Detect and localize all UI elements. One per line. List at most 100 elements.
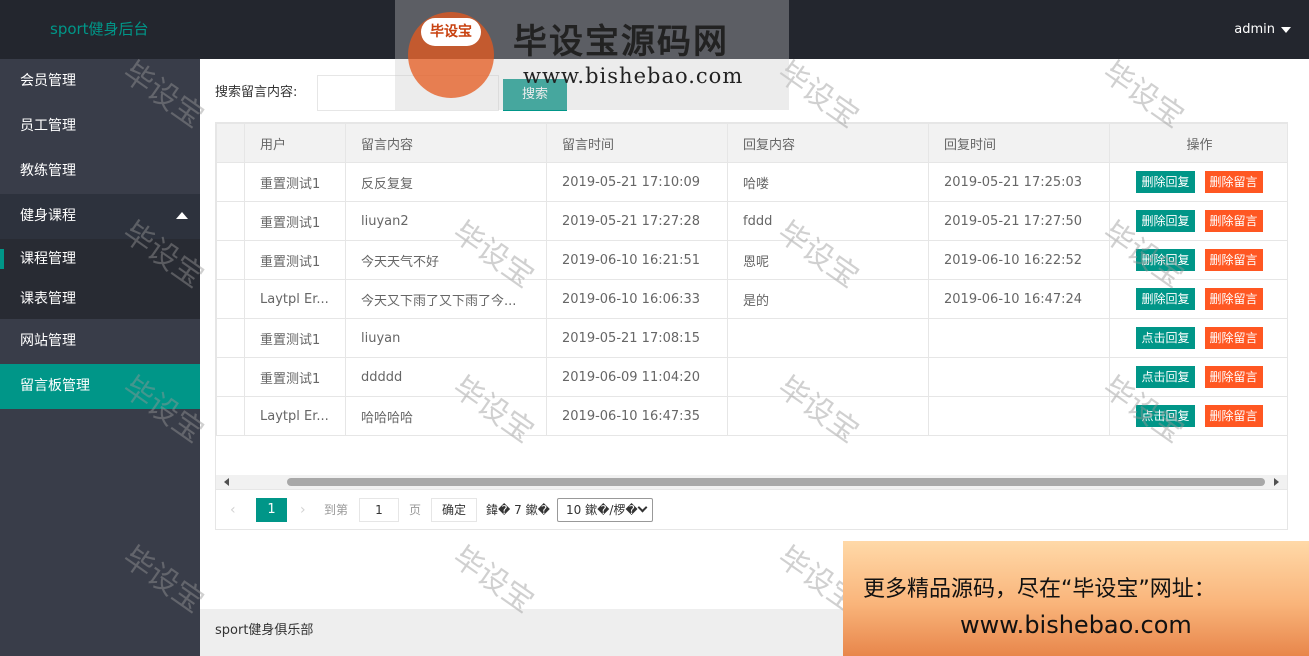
- table-row[interactable]: Laytpl Er... 今天又下雨了又下雨了今... 2019-06-10 1…: [216, 279, 1287, 319]
- cell-user: 重置测试1: [244, 318, 346, 358]
- table-row[interactable]: 重置测试1 ddddd 2019-06-09 11:04:20 点击回复 删除留言: [216, 357, 1287, 397]
- goto-confirm-button[interactable]: 确定: [431, 498, 477, 522]
- banner-badge-text: 毕设宝: [421, 18, 481, 46]
- sidebar-item-members[interactable]: 会员管理: [0, 59, 200, 104]
- page-number-input[interactable]: 1: [359, 498, 399, 522]
- sidebar-item-coaches[interactable]: 教练管理: [0, 149, 200, 194]
- page-size-value: 10 鏉�/椤�: [566, 503, 638, 517]
- current-page[interactable]: 1: [256, 498, 287, 522]
- cell-reply-time: [928, 318, 1110, 358]
- chevron-down-icon: [637, 502, 648, 513]
- table-row[interactable]: 重置测试1 liuyan2 2019-05-21 17:27:28 fddd 2…: [216, 201, 1287, 241]
- column-header[interactable]: 用户: [244, 123, 346, 163]
- delete-reply-button[interactable]: 删除回复: [1136, 288, 1195, 310]
- cell-time: 2019-05-21 17:10:09: [546, 162, 728, 202]
- cell-time: 2019-06-10 16:47:35: [546, 396, 728, 436]
- delete-message-button[interactable]: 删除留言: [1204, 288, 1263, 310]
- column-header[interactable]: 留言内容: [345, 123, 547, 163]
- row-checkbox-cell[interactable]: [216, 279, 245, 319]
- sidebar-item-messages[interactable]: 留言板管理: [0, 364, 200, 409]
- sidebar-item-staff[interactable]: 员工管理: [0, 104, 200, 149]
- cell-reply: 恩呢: [727, 240, 929, 280]
- sidebar-item-label: 网站管理: [20, 333, 76, 349]
- footer-text: sport健身俱乐部: [215, 623, 314, 638]
- cell-reply: [727, 396, 929, 436]
- delete-reply-button[interactable]: 删除回复: [1136, 210, 1195, 232]
- scrollbar-thumb[interactable]: [287, 478, 1265, 486]
- cell-content: 哈哈哈哈: [345, 396, 547, 436]
- row-checkbox-cell[interactable]: [216, 318, 245, 358]
- reply-button[interactable]: 点击回复: [1136, 327, 1195, 349]
- row-checkbox-cell[interactable]: [216, 357, 245, 397]
- cell-reply-time: 2019-05-21 17:25:03: [928, 162, 1110, 202]
- cell-time: 2019-06-10 16:21:51: [546, 240, 728, 280]
- reply-button[interactable]: 点击回复: [1136, 405, 1195, 427]
- select-column-header[interactable]: [216, 123, 245, 163]
- cell-actions: 点击回复 删除留言: [1109, 318, 1287, 358]
- cell-user: 重置测试1: [244, 201, 346, 241]
- table-row[interactable]: 重置测试1 反反复复 2019-05-21 17:10:09 哈喽 2019-0…: [216, 162, 1287, 202]
- row-checkbox-cell[interactable]: [216, 240, 245, 280]
- delete-reply-button[interactable]: 删除回复: [1136, 249, 1195, 271]
- column-header[interactable]: 回复内容: [727, 123, 929, 163]
- user-menu[interactable]: admin: [1234, 0, 1291, 59]
- cell-content: 反反复复: [345, 162, 547, 202]
- sidebar-item-label: 教练管理: [20, 163, 76, 179]
- delete-message-button[interactable]: 删除留言: [1204, 171, 1263, 193]
- cell-actions: 删除回复 删除留言: [1109, 240, 1287, 280]
- sidebar-item-label: 会员管理: [20, 73, 76, 89]
- cell-actions: 删除回复 删除留言: [1109, 279, 1287, 319]
- sidebar-item-courses[interactable]: 健身课程: [0, 194, 200, 239]
- message-table: 用户 留言内容 留言时间 回复内容 回复时间 操作 重置测试1 反反复复 201…: [215, 122, 1288, 490]
- banner-url: www.bishebao.com: [523, 64, 744, 88]
- table-header-row: 用户 留言内容 留言时间 回复内容 回复时间 操作: [216, 123, 1287, 163]
- delete-reply-button[interactable]: 删除回复: [1136, 171, 1195, 193]
- page-size-select[interactable]: 10 鏉�/椤�: [557, 498, 653, 522]
- cell-actions: 删除回复 删除留言: [1109, 162, 1287, 202]
- sidebar-subitem-course-manage[interactable]: 课程管理: [0, 239, 200, 279]
- column-header: 操作: [1109, 123, 1287, 163]
- next-page-icon[interactable]: ›: [300, 502, 306, 518]
- cell-content: liuyan2: [345, 201, 547, 241]
- column-header[interactable]: 留言时间: [546, 123, 728, 163]
- delete-message-button[interactable]: 删除留言: [1204, 210, 1263, 232]
- delete-message-button[interactable]: 删除留言: [1204, 405, 1263, 427]
- cell-user: Laytpl Er...: [244, 279, 346, 319]
- scroll-right-icon[interactable]: [1274, 478, 1279, 486]
- cell-content: 今天天气不好: [345, 240, 547, 280]
- delete-message-button[interactable]: 删除留言: [1204, 327, 1263, 349]
- cell-user: 重置测试1: [244, 357, 346, 397]
- cell-time: 2019-06-10 16:06:33: [546, 279, 728, 319]
- cell-reply: [727, 357, 929, 397]
- watermark-banner: 毕设宝 毕设宝源码网 www.bishebao.com: [395, 0, 789, 110]
- sidebar-subitem-schedule-manage[interactable]: 课表管理: [0, 279, 200, 319]
- cell-reply: fddd: [727, 201, 929, 241]
- cell-content: 今天又下雨了又下雨了今...: [345, 279, 547, 319]
- column-header[interactable]: 回复时间: [928, 123, 1110, 163]
- cell-time: 2019-05-21 17:27:28: [546, 201, 728, 241]
- row-checkbox-cell[interactable]: [216, 201, 245, 241]
- row-checkbox-cell[interactable]: [216, 162, 245, 202]
- sidebar-item-website[interactable]: 网站管理: [0, 319, 200, 364]
- cell-reply: 哈喽: [727, 162, 929, 202]
- cell-reply-time: 2019-06-10 16:22:52: [928, 240, 1110, 280]
- table-row[interactable]: 重置测试1 liuyan 2019-05-21 17:08:15 点击回复 删除留…: [216, 318, 1287, 358]
- table-row[interactable]: 重置测试1 今天天气不好 2019-06-10 16:21:51 恩呢 2019…: [216, 240, 1287, 280]
- cell-actions: 点击回复 删除留言: [1109, 396, 1287, 436]
- table-row[interactable]: Laytpl Er... 哈哈哈哈 2019-06-10 16:47:35 点击…: [216, 396, 1287, 436]
- app-logo-title[interactable]: sport健身后台: [50, 0, 149, 59]
- delete-message-button[interactable]: 删除留言: [1204, 249, 1263, 271]
- cell-reply: 是的: [727, 279, 929, 319]
- cell-actions: 点击回复 删除留言: [1109, 357, 1287, 397]
- horizontal-scrollbar[interactable]: [216, 475, 1287, 489]
- prev-page-icon[interactable]: ‹: [230, 502, 236, 518]
- cell-time: 2019-05-21 17:08:15: [546, 318, 728, 358]
- chevron-down-icon: [1281, 26, 1291, 33]
- row-checkbox-cell[interactable]: [216, 396, 245, 436]
- reply-button[interactable]: 点击回复: [1136, 366, 1195, 388]
- cell-user: Laytpl Er...: [244, 396, 346, 436]
- scroll-left-icon[interactable]: [224, 478, 229, 486]
- sidebar-item-label: 课程管理: [20, 251, 76, 267]
- cell-user: 重置测试1: [244, 240, 346, 280]
- delete-message-button[interactable]: 删除留言: [1204, 366, 1263, 388]
